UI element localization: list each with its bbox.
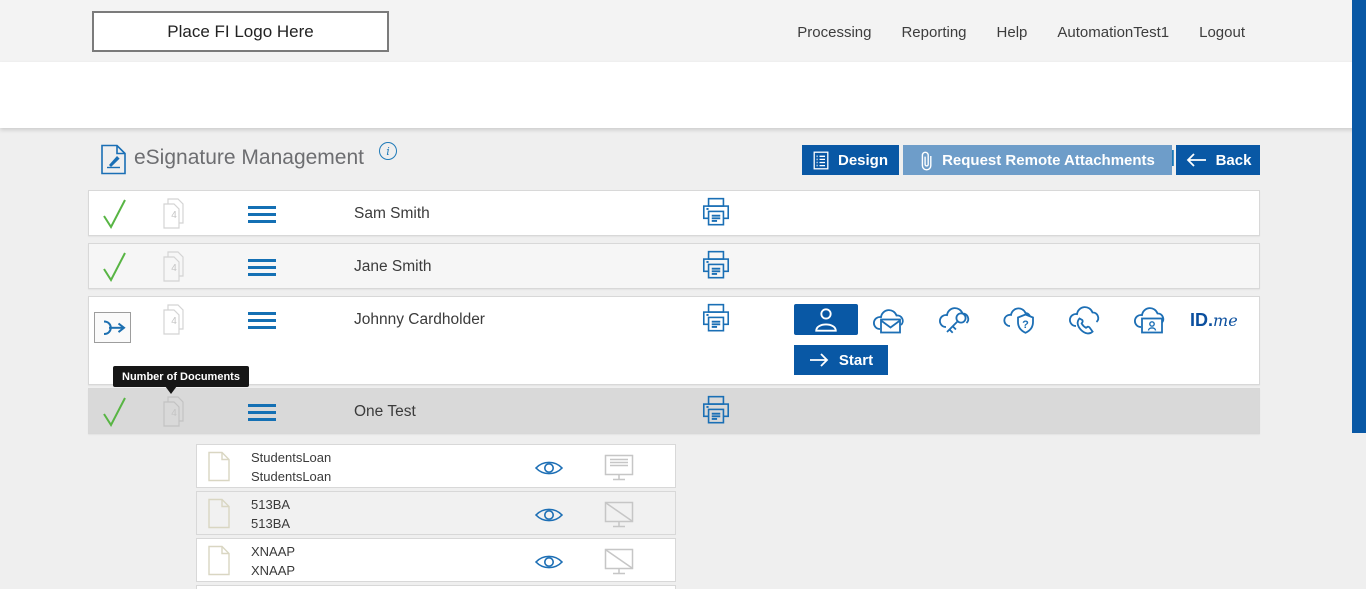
nav-user-automationtest1[interactable]: AutomationTest1 xyxy=(1057,24,1169,41)
signer-name: Sam Smith xyxy=(354,205,430,223)
cloud-phone-icon[interactable] xyxy=(1066,305,1106,337)
back-arrow-icon xyxy=(1185,152,1207,168)
preview-eye-icon[interactable] xyxy=(534,505,564,525)
signer-row-sam-smith: 4 Sam Smith xyxy=(88,190,1260,236)
signer-row-johnny-cardholder: 4 Johnny Cardholder xyxy=(88,296,1260,385)
design-document-icon xyxy=(813,151,829,170)
back-button-label: Back xyxy=(1216,152,1252,169)
document-count: 4 xyxy=(160,408,188,419)
nav-logout[interactable]: Logout xyxy=(1199,24,1245,41)
nav-help[interactable]: Help xyxy=(997,24,1028,41)
cloud-security-question-icon[interactable]: ? xyxy=(1001,305,1041,339)
document-count-icon[interactable]: 4 xyxy=(160,395,188,429)
document-count: 4 xyxy=(160,210,188,221)
start-button-label: Start xyxy=(839,352,873,369)
request-remote-attachments-label: Request Remote Attachments xyxy=(942,152,1155,169)
top-nav: Processing Reporting Help AutomationTest… xyxy=(797,24,1245,41)
back-button[interactable]: Back xyxy=(1176,145,1260,175)
cloud-email-icon[interactable] xyxy=(869,305,909,337)
document-count: 4 xyxy=(160,263,188,274)
document-subtitle: StudentsLoan xyxy=(251,467,331,486)
number-of-documents-tooltip: Number of Documents xyxy=(113,366,249,387)
signer-row-jane-smith: 4 Jane Smith xyxy=(88,243,1260,289)
document-count-icon[interactable]: 4 xyxy=(160,197,188,231)
print-icon[interactable] xyxy=(699,302,733,336)
esignature-document-pen-icon xyxy=(100,144,127,175)
nav-processing[interactable]: Processing xyxy=(797,24,871,41)
info-icon[interactable]: i xyxy=(379,142,397,160)
signed-check-icon xyxy=(99,250,129,284)
document-page-icon xyxy=(207,451,231,482)
reorder-handle-icon[interactable] xyxy=(248,206,276,227)
preview-eye-icon[interactable] xyxy=(534,552,564,572)
document-count: 4 xyxy=(160,316,188,327)
print-icon[interactable] xyxy=(699,394,733,428)
document-page-icon xyxy=(207,498,231,529)
print-icon[interactable] xyxy=(699,249,733,283)
tooltip-text: Number of Documents xyxy=(122,371,240,383)
start-arrow-icon xyxy=(809,352,829,368)
svg-text:?: ? xyxy=(1022,319,1029,331)
design-button-label: Design xyxy=(838,152,888,169)
fi-logo-text: Place FI Logo Here xyxy=(167,22,313,42)
document-title-block: 513BA 513BA xyxy=(251,495,290,533)
design-button[interactable]: Design xyxy=(802,145,899,175)
idme-logo[interactable]: ID.me xyxy=(1190,310,1238,331)
reorder-handle-icon[interactable] xyxy=(248,259,276,280)
document-count-icon[interactable]: 4 xyxy=(160,250,188,284)
document-row-partial xyxy=(196,585,676,589)
signed-check-icon xyxy=(99,395,129,429)
fi-logo-placeholder: Place FI Logo Here xyxy=(92,11,389,52)
document-page-icon xyxy=(207,545,231,576)
cloud-key-icon[interactable] xyxy=(936,305,976,337)
merge-arrow-button[interactable] xyxy=(94,312,131,343)
document-title: 513BA xyxy=(251,495,290,514)
document-row-studentsloan: StudentsLoan StudentsLoan xyxy=(196,444,676,488)
signer-name: One Test xyxy=(354,403,416,421)
page-title: eSignature Management xyxy=(134,146,364,170)
preview-eye-icon[interactable] xyxy=(534,458,564,478)
signer-name: Johnny Cardholder xyxy=(354,311,485,329)
document-title: XNAAP xyxy=(251,542,295,561)
reorder-handle-icon[interactable] xyxy=(248,312,276,333)
cloud-id-card-icon[interactable] xyxy=(1131,305,1171,337)
document-row-xnaap: XNAAP XNAAP xyxy=(196,538,676,582)
document-row-513ba: 513BA 513BA xyxy=(196,491,676,535)
document-title-block: StudentsLoan StudentsLoan xyxy=(251,448,331,486)
page-header: eSignature Management i IMM eSign xyxy=(0,62,1366,128)
sign-in-person-button[interactable] xyxy=(794,304,858,335)
request-remote-attachments-button[interactable]: Request Remote Attachments xyxy=(903,145,1172,175)
start-button[interactable]: Start xyxy=(794,345,888,375)
signed-check-icon xyxy=(99,197,129,231)
idme-logo-italic: me xyxy=(1213,311,1238,330)
document-title-block: XNAAP XNAAP xyxy=(251,542,295,580)
nav-reporting[interactable]: Reporting xyxy=(901,24,966,41)
monitor-disabled-icon xyxy=(603,547,635,577)
document-count-icon[interactable]: 4 xyxy=(160,303,188,337)
document-subtitle: 513BA xyxy=(251,514,290,533)
tooltip-pointer xyxy=(165,386,177,394)
paperclip-icon xyxy=(920,150,933,171)
monitor-disabled-icon xyxy=(603,500,635,530)
reorder-handle-icon[interactable] xyxy=(248,404,276,425)
monitor-display-icon[interactable] xyxy=(603,453,635,483)
signer-row-one-test: 4 One Test xyxy=(88,388,1260,434)
scrollbar-thumb[interactable] xyxy=(1352,0,1366,433)
top-bar: Place FI Logo Here Processing Reporting … xyxy=(0,0,1366,62)
idme-logo-bold: ID. xyxy=(1190,310,1213,330)
document-title: StudentsLoan xyxy=(251,448,331,467)
print-icon[interactable] xyxy=(699,196,733,230)
document-subtitle: XNAAP xyxy=(251,561,295,580)
signer-name: Jane Smith xyxy=(354,258,432,276)
